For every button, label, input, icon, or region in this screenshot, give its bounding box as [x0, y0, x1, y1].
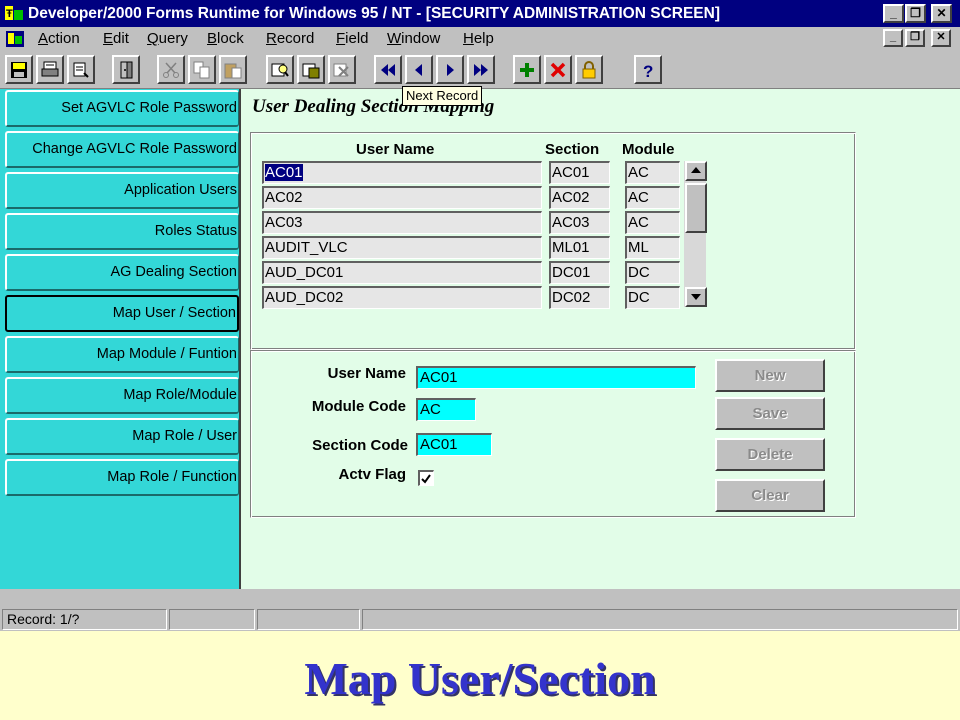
user-name-label: User Name: [327, 365, 406, 382]
mdi-close-icon[interactable]: ✕: [931, 29, 951, 47]
menu-window[interactable]: Window: [387, 27, 440, 51]
table-row-section[interactable]: DC01: [549, 261, 610, 284]
help-icon[interactable]: ?: [634, 55, 662, 84]
slide-caption: Map User/Section: [304, 653, 656, 704]
lock-record-icon[interactable]: [575, 55, 603, 84]
scrollbar[interactable]: [684, 161, 707, 307]
table-row-module[interactable]: AC: [625, 161, 680, 184]
print-setup-icon[interactable]: [67, 55, 95, 84]
delete-button[interactable]: Delete: [715, 438, 825, 471]
menu-bar: Action Edit Query Block Record Field Win…: [0, 27, 960, 51]
scroll-thumb[interactable]: [685, 183, 707, 233]
document-icon[interactable]: [5, 30, 25, 48]
table-row-user-name[interactable]: AUDIT_VLC: [262, 236, 542, 259]
execute-query-icon[interactable]: [297, 55, 325, 84]
status-field-2: [169, 609, 255, 630]
sidebar-item-application-users[interactable]: Application Users: [5, 172, 239, 209]
close-icon[interactable]: ✕: [931, 4, 952, 23]
delete-record-icon[interactable]: [544, 55, 572, 84]
table-row-section[interactable]: AC01: [549, 161, 610, 184]
table-row-user-name[interactable]: AUD_DC01: [262, 261, 542, 284]
enter-query-icon[interactable]: [266, 55, 294, 84]
table-row-user-name[interactable]: AC01: [262, 161, 542, 184]
tooltip: Next Record: [402, 86, 483, 106]
minimize-icon[interactable]: _: [883, 4, 904, 23]
module-code-label: Module Code: [311, 398, 406, 415]
cancel-query-icon[interactable]: [328, 55, 356, 84]
restore-icon[interactable]: ❐: [905, 4, 926, 23]
sidebar: Set AGVLC Role Password Change AGVLC Rol…: [0, 89, 241, 589]
mdi-restore-icon[interactable]: ❐: [905, 29, 925, 47]
user-name-field[interactable]: AC01: [416, 366, 696, 389]
sidebar-item-map-role-module[interactable]: Map Role/Module: [5, 377, 239, 414]
menu-record[interactable]: Record: [266, 27, 314, 51]
scroll-up-icon[interactable]: [685, 161, 707, 181]
menu-field[interactable]: Field: [336, 27, 369, 51]
paste-icon[interactable]: [219, 55, 247, 84]
copy-icon[interactable]: [188, 55, 216, 84]
status-field-3: [257, 609, 360, 630]
selected-cell-text: AC01: [265, 164, 303, 181]
save-icon[interactable]: [5, 55, 33, 84]
window-title: Developer/2000 Forms Runtime for Windows…: [28, 5, 720, 22]
table-row-section[interactable]: ML01: [549, 236, 610, 259]
table-row-module[interactable]: DC: [625, 261, 680, 284]
sidebar-item-ag-dealing-section[interactable]: AG Dealing Section: [5, 254, 239, 291]
clear-button[interactable]: Clear: [715, 479, 825, 512]
column-header-section: Section: [545, 141, 600, 158]
svg-text:Ŧ: Ŧ: [6, 8, 13, 20]
sidebar-item-map-module-funtion[interactable]: Map Module / Funtion: [5, 336, 239, 373]
menu-action[interactable]: Action: [38, 27, 80, 51]
table-row-section[interactable]: AC02: [549, 186, 610, 209]
exit-icon[interactable]: [112, 55, 140, 84]
actv-flag-checkbox[interactable]: [418, 470, 434, 486]
menu-edit[interactable]: Edit: [103, 27, 129, 51]
table-row-section[interactable]: AC03: [549, 211, 610, 234]
menu-query[interactable]: Query: [147, 27, 188, 51]
previous-record-icon[interactable]: [405, 55, 433, 84]
cut-icon[interactable]: [157, 55, 185, 84]
sidebar-item-change-agvlc-role-password[interactable]: Change AGVLC Role Password: [5, 131, 239, 168]
menu-help[interactable]: Help: [463, 27, 494, 51]
table-row-section[interactable]: DC02: [549, 286, 610, 309]
print-icon[interactable]: [36, 55, 64, 84]
table-row-user-name[interactable]: AUD_DC02: [262, 286, 542, 309]
sidebar-item-set-agvlc-role-password[interactable]: Set AGVLC Role Password: [5, 90, 239, 127]
next-record-icon[interactable]: [436, 55, 464, 84]
table-row-module[interactable]: AC: [625, 211, 680, 234]
sidebar-item-roles-status[interactable]: Roles Status: [5, 213, 239, 250]
column-header-module: Module: [622, 141, 675, 158]
mdi-minimize-icon[interactable]: _: [883, 29, 903, 47]
record-status: Record: 1/?: [2, 609, 167, 630]
table-row-module[interactable]: AC: [625, 186, 680, 209]
table-row-module[interactable]: ML: [625, 236, 680, 259]
save-button[interactable]: Save: [715, 397, 825, 430]
section-code-label: Section Code: [312, 437, 408, 454]
table-row-user-name[interactable]: AC02: [262, 186, 542, 209]
insert-record-icon[interactable]: [513, 55, 541, 84]
actv-flag-label: Actv Flag: [338, 466, 406, 483]
checkmark-icon: [421, 474, 431, 484]
sidebar-item-map-user-section[interactable]: Map User / Section: [5, 295, 239, 332]
title-bar: Ŧ Developer/2000 Forms Runtime for Windo…: [0, 0, 960, 27]
status-field-4: [362, 609, 958, 630]
first-record-icon[interactable]: [374, 55, 402, 84]
menu-block[interactable]: Block: [207, 27, 244, 51]
svg-text:?: ?: [643, 62, 653, 79]
section-code-field[interactable]: AC01: [416, 433, 492, 456]
forms-runtime-icon: Ŧ: [4, 4, 24, 23]
column-header-user-name: User Name: [356, 141, 435, 158]
sidebar-item-map-role-function[interactable]: Map Role / Function: [5, 459, 239, 496]
last-record-icon[interactable]: [467, 55, 495, 84]
scroll-down-icon[interactable]: [685, 287, 707, 307]
table-row-module[interactable]: DC: [625, 286, 680, 309]
table-row-user-name[interactable]: AC03: [262, 211, 542, 234]
module-code-field[interactable]: AC: [416, 398, 476, 421]
new-button[interactable]: New: [715, 359, 825, 392]
sidebar-item-map-role-user[interactable]: Map Role / User: [5, 418, 239, 455]
